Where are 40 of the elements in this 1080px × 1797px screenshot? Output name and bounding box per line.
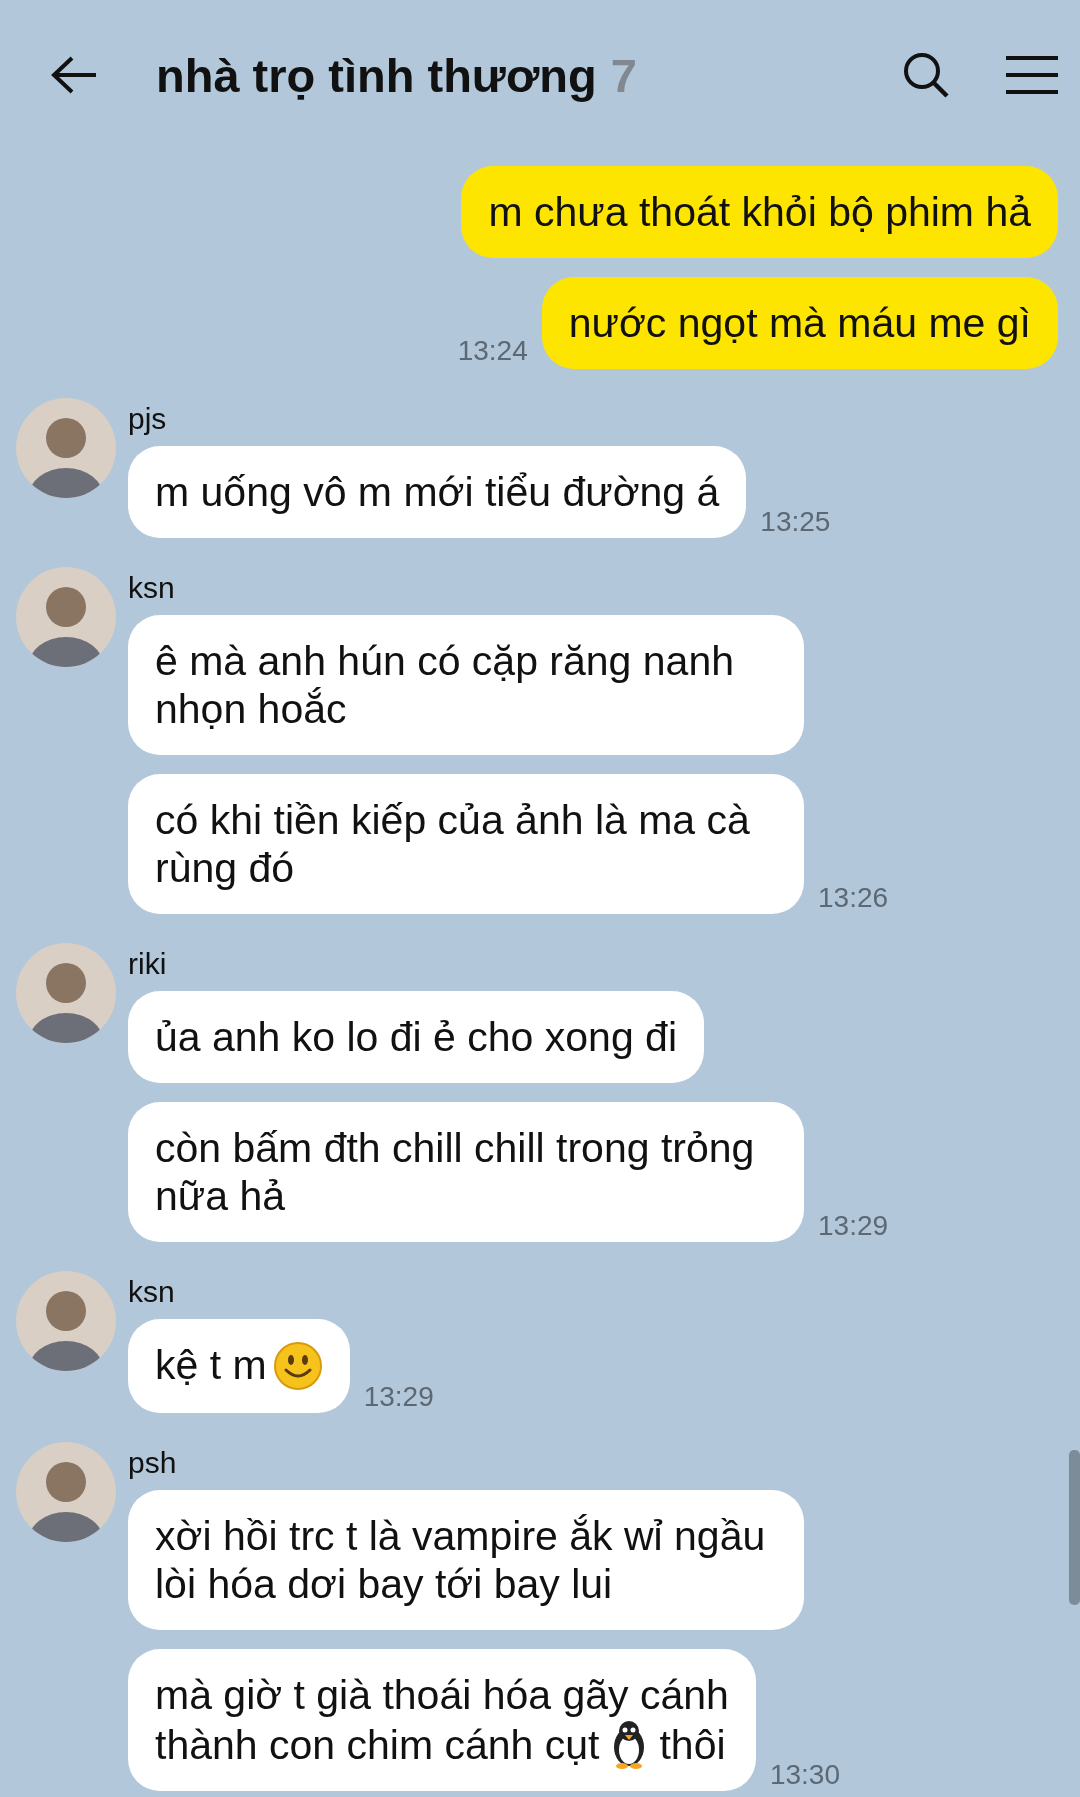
message-bubble[interactable]: m chưa thoát khỏi bộ phim hả (461, 166, 1058, 258)
message-bubble[interactable]: có khi tiền kiếp của ảnh là ma cà rùng đó (128, 774, 804, 914)
message-bubble[interactable]: xời hồi trc t là vampire ắk wỉ ngầu lòi hóa dơi bay tới bay lui (128, 1490, 804, 1630)
sender-name: pjs (128, 402, 168, 436)
message-text: m uống vô m mới tiểu đường á (155, 469, 720, 515)
message-bubble[interactable]: mà giờ t già thoái hóa gãy cánh thành con chim cánh cụt thôi (128, 1649, 756, 1791)
message-text: ủa anh ko lo đi ẻ cho xong đi (155, 1014, 677, 1060)
message-text: kệ t m (155, 1342, 267, 1388)
search-icon[interactable] (902, 51, 950, 99)
message-text: nước ngọt mà máu me gì (568, 300, 1031, 346)
message-text: m chưa thoát khỏi bộ phim hả (488, 189, 1031, 235)
message-text: thôi (659, 1722, 726, 1768)
message-text: có khi tiền kiếp của ảnh là ma cà rùng đó (155, 797, 750, 891)
message-bubble[interactable]: nước ngọt mà máu me gì (541, 277, 1058, 369)
sender-name: ksn (128, 571, 176, 605)
message-time: 13:25 (760, 506, 831, 538)
back-arrow-icon[interactable] (50, 55, 98, 95)
message-text: mà giờ t già thoái hóa gãy cánh (155, 1671, 729, 1719)
message-text: còn bấm đth chill chill trong trỏng nữa hả (155, 1125, 755, 1219)
member-count: 7 (610, 47, 637, 103)
message-bubble[interactable]: ủa anh ko lo đi ẻ cho xong đi (128, 991, 704, 1083)
sender-name: riki (128, 947, 168, 981)
chat-title: nhà trọ tình thương (156, 47, 597, 103)
message-time: 13:29 (818, 1210, 889, 1242)
message-time: 13:26 (818, 882, 889, 914)
message-time: 13:30 (769, 1759, 840, 1791)
scrollbar[interactable] (1069, 1450, 1080, 1605)
message-bubble[interactable]: còn bấm đth chill chill trong trỏng nữa hả (128, 1102, 804, 1242)
menu-icon[interactable] (1006, 55, 1058, 95)
smiley-icon (272, 1341, 323, 1391)
sender-name: ksn (128, 1275, 176, 1309)
message-bubble[interactable]: m uống vô m mới tiểu đường á (128, 446, 747, 538)
message-bubble[interactable]: ê mà anh hún có cặp răng nanh nhọn hoắc (128, 615, 804, 755)
message-text: ê mà anh hún có cặp răng nanh nhọn hoắc (155, 638, 734, 732)
message-text: thành con chim cánh cụt (155, 1722, 600, 1768)
message-time: 13:24 (457, 335, 528, 367)
message-text: xời hồi trc t là vampire ắk wỉ ngầu lòi hóa dơi bay tới bay lui (155, 1513, 766, 1607)
message-time: 13:29 (363, 1381, 434, 1413)
sender-name: psh (128, 1446, 178, 1480)
message-bubble[interactable]: kệ t m (128, 1319, 350, 1413)
